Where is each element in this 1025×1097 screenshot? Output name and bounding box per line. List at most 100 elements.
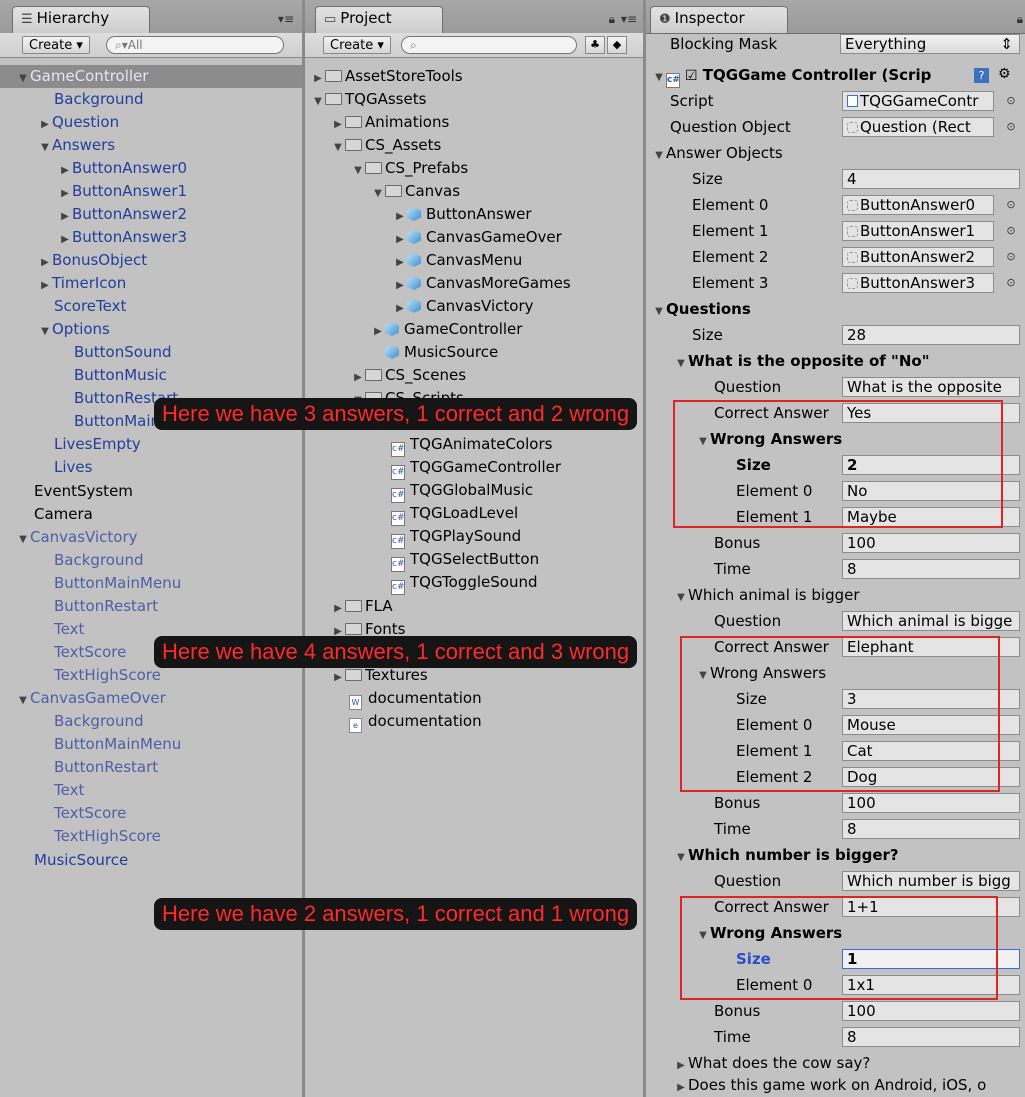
bonus-field[interactable]: 100 bbox=[842, 793, 1020, 813]
hierarchy-item[interactable]: MusicSource bbox=[34, 849, 128, 872]
object-picker-icon[interactable]: ⊙ bbox=[1004, 198, 1018, 212]
hierarchy-item[interactable]: TextScore bbox=[54, 802, 126, 825]
hierarchy-search-input[interactable]: ⌕▾All bbox=[106, 36, 284, 54]
project-item[interactable]: c# TQGToggleSound bbox=[391, 571, 538, 595]
hierarchy-item[interactable]: ▶ ButtonAnswer3 bbox=[58, 226, 187, 249]
answer-element-field[interactable]: ButtonAnswer0 bbox=[842, 195, 994, 215]
project-item[interactable]: ▼ Canvas bbox=[371, 180, 460, 203]
project-item[interactable]: c# TQGGameController bbox=[391, 456, 561, 480]
hierarchy-item[interactable]: LivesEmpty bbox=[54, 433, 141, 456]
project-item[interactable]: ▶ CanvasMoreGames bbox=[393, 272, 571, 295]
hierarchy-item[interactable]: ButtonMainMenu bbox=[54, 572, 181, 595]
hierarchy-item[interactable]: ButtonMusic bbox=[74, 364, 167, 387]
object-picker-icon[interactable]: ⊙ bbox=[1004, 120, 1018, 134]
project-item[interactable]: ▶ ButtonAnswer bbox=[393, 203, 531, 226]
object-picker-icon[interactable]: ⊙ bbox=[1004, 224, 1018, 238]
hierarchy-item[interactable]: ▼ GameController bbox=[16, 65, 148, 88]
project-item[interactable]: ▶ CS_Scenes bbox=[351, 364, 466, 387]
tab-hierarchy[interactable]: ☰ Hierarchy bbox=[12, 6, 150, 33]
project-item[interactable]: MusicSource bbox=[385, 341, 498, 364]
question-text-field[interactable]: Which animal is bigge bbox=[842, 611, 1020, 631]
filter-by-type-button[interactable]: ♣ bbox=[585, 36, 605, 54]
hierarchy-item[interactable]: ▼ CanvasGameOver bbox=[16, 687, 166, 710]
answer-element-field[interactable]: ButtonAnswer1 bbox=[842, 221, 994, 241]
panel-menu-icon[interactable]: ▾≡ bbox=[278, 12, 294, 26]
hierarchy-item[interactable]: ButtonRestart bbox=[54, 595, 158, 618]
help-icon[interactable]: ? bbox=[974, 68, 989, 83]
project-item[interactable]: ▼ TQGAssets bbox=[311, 88, 426, 111]
project-item[interactable]: c# TQGAnimateColors bbox=[391, 433, 552, 457]
question-foldout[interactable]: ▶ What does the cow say? bbox=[674, 1051, 870, 1075]
answer-size-field[interactable]: 4 bbox=[842, 169, 1020, 189]
bonus-field[interactable]: 100 bbox=[842, 1001, 1020, 1021]
hierarchy-item[interactable]: Background bbox=[54, 710, 144, 733]
hierarchy-item[interactable]: Text bbox=[54, 618, 84, 641]
project-item[interactable]: ▶ Animations bbox=[331, 111, 449, 134]
project-item[interactable]: c# TQGGlobalMusic bbox=[391, 479, 533, 503]
answer-objects-foldout[interactable]: ▼ Answer Objects bbox=[652, 141, 783, 165]
time-field[interactable]: 8 bbox=[842, 1027, 1020, 1047]
tab-inspector[interactable]: ❶ Inspector bbox=[650, 6, 788, 33]
project-item[interactable]: c# TQGSelectButton bbox=[391, 548, 539, 572]
project-item[interactable]: ▼ CS_Prefabs bbox=[351, 157, 468, 180]
project-item[interactable]: ▶ AssetStoreTools bbox=[311, 65, 462, 88]
project-item[interactable]: ▶ CanvasMenu bbox=[393, 249, 522, 272]
project-item[interactable]: ▶ CanvasGameOver bbox=[393, 226, 562, 249]
project-item[interactable]: ▶ CanvasVictory bbox=[393, 295, 533, 318]
component-enabled-checkbox[interactable]: ☑ bbox=[685, 68, 698, 84]
object-picker-icon[interactable]: ⊙ bbox=[1004, 276, 1018, 290]
hierarchy-item[interactable]: ButtonRestart bbox=[54, 756, 158, 779]
hierarchy-item[interactable]: ▶ Question bbox=[38, 111, 119, 134]
hierarchy-item[interactable]: Camera bbox=[34, 503, 93, 526]
project-item[interactable]: e documentation bbox=[349, 710, 482, 733]
question-foldout[interactable]: ▼ Which number is bigger? bbox=[674, 843, 898, 867]
hierarchy-item[interactable]: ButtonMainMenu bbox=[54, 733, 181, 756]
hierarchy-item[interactable]: ▶ ButtonAnswer0 bbox=[58, 157, 187, 180]
hierarchy-item[interactable]: ButtonSound bbox=[74, 341, 171, 364]
hierarchy-item[interactable]: EventSystem bbox=[34, 480, 133, 503]
component-header[interactable]: ▼ c# ☑ TQGGame Controller (Scrip bbox=[652, 64, 931, 88]
hierarchy-item[interactable]: ▼ CanvasVictory bbox=[16, 526, 137, 549]
questions-foldout[interactable]: ▼ Questions bbox=[652, 297, 751, 321]
time-field[interactable]: 8 bbox=[842, 559, 1020, 579]
hierarchy-item[interactable]: ▼ Options bbox=[38, 318, 110, 341]
hierarchy-item[interactable]: TextScore bbox=[54, 641, 126, 664]
lock-icon[interactable]: 🔒︎ bbox=[1017, 12, 1023, 27]
hierarchy-item[interactable]: TextHighScore bbox=[54, 664, 161, 687]
blocking-mask-dropdown[interactable]: Everything ⇕ bbox=[840, 34, 1020, 54]
hierarchy-item[interactable]: ▶ TimerIcon bbox=[38, 272, 126, 295]
hierarchy-item[interactable]: ▶ ButtonAnswer1 bbox=[58, 180, 187, 203]
hierarchy-item[interactable]: ▼ Answers bbox=[38, 134, 115, 157]
lock-icon[interactable]: 🔒︎ bbox=[609, 12, 615, 27]
project-create-button[interactable]: Create ▾ bbox=[323, 36, 391, 54]
tab-project[interactable]: ▭ Project bbox=[315, 6, 443, 33]
hierarchy-item[interactable]: ▶ ButtonAnswer2 bbox=[58, 203, 187, 226]
script-field[interactable]: TQGGameContr bbox=[842, 91, 994, 111]
object-picker-icon[interactable]: ⊙ bbox=[1004, 94, 1018, 108]
questions-size-field[interactable]: 28 bbox=[842, 325, 1020, 345]
project-search-input[interactable]: ⌕ bbox=[401, 36, 577, 54]
project-item[interactable]: c# TQGLoadLevel bbox=[391, 502, 518, 526]
hierarchy-item[interactable]: Text bbox=[54, 779, 84, 802]
question-text-field[interactable]: What is the opposite bbox=[842, 377, 1020, 397]
panel-menu-icon[interactable]: ▾≡ bbox=[621, 12, 637, 26]
project-item[interactable]: ▼ CS_Assets bbox=[331, 134, 441, 157]
time-field[interactable]: 8 bbox=[842, 819, 1020, 839]
hierarchy-item[interactable]: Background bbox=[54, 88, 144, 111]
hierarchy-item[interactable]: Lives bbox=[54, 456, 92, 479]
project-item[interactable]: ▶ FLA bbox=[331, 595, 392, 618]
question-text-field[interactable]: Which number is bigg bbox=[842, 871, 1020, 891]
project-item[interactable]: Wdocumentation bbox=[349, 687, 482, 710]
bonus-field[interactable]: 100 bbox=[842, 533, 1020, 553]
hierarchy-item[interactable]: TextHighScore bbox=[54, 825, 161, 848]
question-object-field[interactable]: Question (Rect bbox=[842, 117, 994, 137]
filter-by-label-button[interactable]: ◆ bbox=[607, 36, 627, 54]
hierarchy-create-button[interactable]: Create ▾ bbox=[22, 36, 90, 54]
answer-element-field[interactable]: ButtonAnswer3 bbox=[842, 273, 994, 293]
gear-icon[interactable]: ⚙ bbox=[998, 66, 1011, 82]
hierarchy-item[interactable]: ▶ BonusObject bbox=[38, 249, 147, 272]
hierarchy-item[interactable]: ScoreText bbox=[54, 295, 126, 318]
question-foldout[interactable]: ▶ Does this game work on Android, iOS, o bbox=[674, 1073, 986, 1097]
answer-element-field[interactable]: ButtonAnswer2 bbox=[842, 247, 994, 267]
project-item[interactable]: c# TQGPlaySound bbox=[391, 525, 521, 549]
